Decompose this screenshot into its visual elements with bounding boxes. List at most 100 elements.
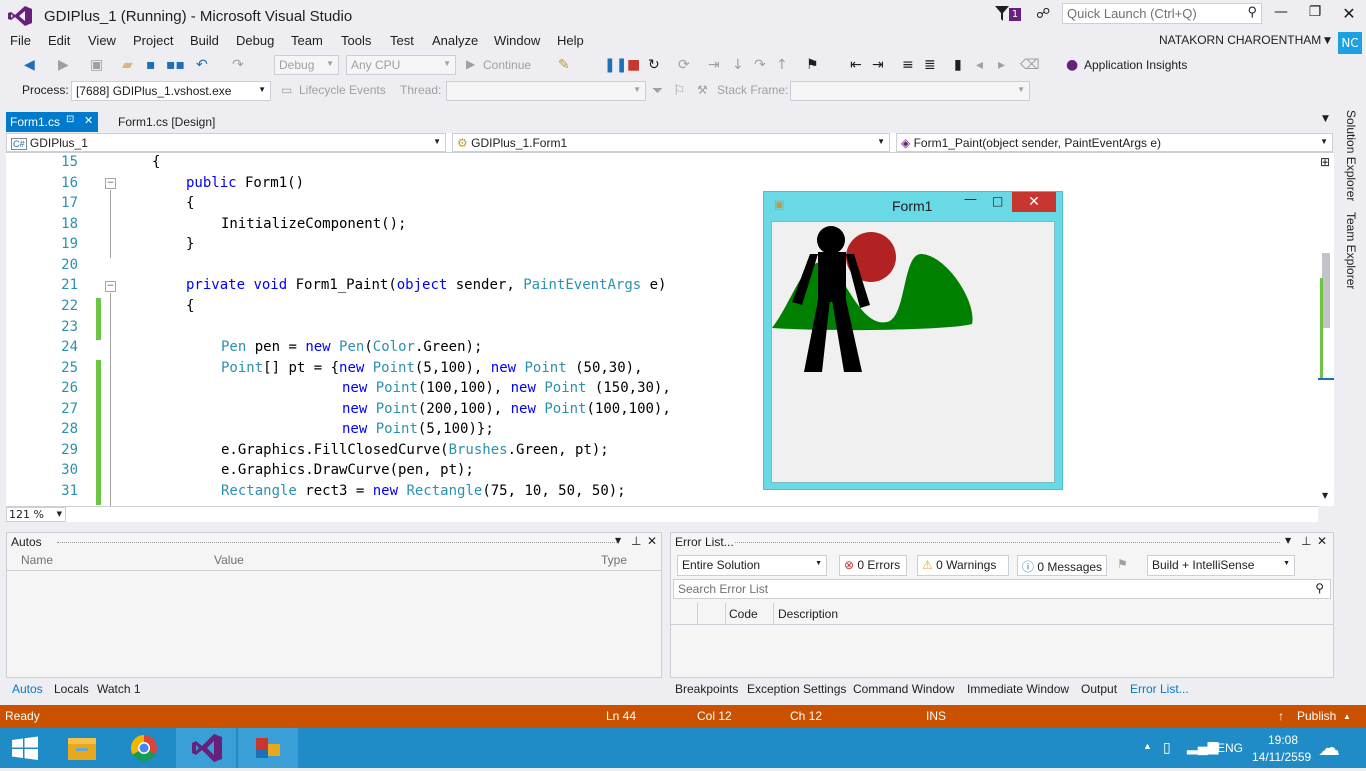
step-into-icon[interactable]: ↓ xyxy=(732,57,744,73)
close-icon[interactable]: ✕ xyxy=(1317,534,1327,548)
pause-icon[interactable]: ❚❚ xyxy=(604,57,627,73)
application-insights-button[interactable]: Application Insights xyxy=(1084,58,1187,72)
outdent-icon[interactable]: ⇥ xyxy=(872,57,884,73)
process-select[interactable]: [7688] GDIPlus_1.vshost.exe ▼ xyxy=(71,81,271,101)
back-icon[interactable]: ◀ xyxy=(24,57,35,73)
menu-analyze[interactable]: Analyze xyxy=(432,33,478,48)
configuration-select[interactable]: Debug ▼ xyxy=(274,55,339,75)
member-select[interactable]: ◈ Form1_Paint(object sender, PaintEventA… xyxy=(896,133,1333,152)
minimize-button[interactable]: — xyxy=(1264,4,1298,24)
drag-grip[interactable] xyxy=(735,542,1280,543)
step-out-icon[interactable]: ↑ xyxy=(776,57,788,73)
device-icon[interactable]: ▯ xyxy=(1163,739,1171,756)
zoom-select[interactable]: 121 % ▼ xyxy=(6,507,66,522)
menu-view[interactable]: View xyxy=(88,33,116,48)
step-over-icon[interactable]: ↷ xyxy=(754,57,766,73)
save-all-icon[interactable]: ▪▪ xyxy=(166,57,185,73)
pin-icon[interactable]: ⊡ xyxy=(66,114,74,125)
clock-time[interactable]: 19:08 xyxy=(1268,733,1298,747)
menu-edit[interactable]: Edit xyxy=(48,33,70,48)
notifications-button[interactable]: 1 xyxy=(995,6,1025,24)
flag-threads-icon[interactable]: ⚐ xyxy=(673,83,686,99)
menu-team[interactable]: Team xyxy=(291,33,323,48)
form1-close-button[interactable]: ✕ xyxy=(1012,192,1056,212)
network-signal-icon[interactable]: ▂▄▆ xyxy=(1187,738,1218,755)
prev-bookmark-icon[interactable]: ◂ xyxy=(976,57,983,73)
editor-scrollbar[interactable]: ⊞ ▼ xyxy=(1318,153,1334,506)
chevron-down-icon[interactable]: ▼ xyxy=(615,536,621,545)
team-explorer-tab[interactable]: Team Explorer xyxy=(1344,212,1358,289)
solution-explorer-tab[interactable]: Solution Explorer xyxy=(1344,110,1358,201)
minimize-button[interactable]: — xyxy=(964,192,977,207)
form1-window[interactable]: ▣ Form1 — □ ✕ xyxy=(763,191,1063,490)
tab-immediate-window[interactable]: Immediate Window xyxy=(967,682,1069,696)
tab-form1-design[interactable]: Form1.cs [Design] xyxy=(118,115,215,129)
collapse-icon[interactable]: − xyxy=(105,178,116,189)
chevron-down-icon[interactable]: ▼ xyxy=(1324,36,1331,46)
show-hidden-icons-button[interactable]: ▲ xyxy=(1143,741,1152,751)
platform-select[interactable]: Any CPU ▼ xyxy=(346,55,456,75)
tab-locals[interactable]: Locals xyxy=(54,682,89,696)
pin-icon[interactable]: ⊥ xyxy=(631,534,641,548)
messages-filter-button[interactable]: ⓘ 0 Messages xyxy=(1017,555,1107,576)
menu-tools[interactable]: Tools xyxy=(341,33,371,48)
show-next-statement-icon[interactable]: ⇥ xyxy=(708,57,720,73)
class-select[interactable]: ⚙ GDIPlus_1.Form1 ▼ xyxy=(452,133,890,152)
menu-project[interactable]: Project xyxy=(133,33,173,48)
code-editor[interactable]: − − 15 16 17 18 19 20 21 22 23 24 25 26 … xyxy=(6,153,1318,506)
column-type[interactable]: Type xyxy=(601,553,627,567)
column-value[interactable]: Value xyxy=(214,553,244,567)
save-icon[interactable]: ▪ xyxy=(146,57,156,73)
bookmark-icon[interactable]: ▮ xyxy=(954,57,962,73)
column-description[interactable]: Description xyxy=(778,607,838,621)
menu-window[interactable]: Window xyxy=(494,33,540,48)
collapse-icon[interactable]: − xyxy=(105,281,116,292)
maximize-button[interactable]: □ xyxy=(992,194,1003,208)
tab-command-window[interactable]: Command Window xyxy=(853,682,954,696)
next-bookmark-icon[interactable]: ▸ xyxy=(998,57,1005,73)
build-source-select[interactable]: Build + IntelliSense ▼ xyxy=(1147,555,1295,576)
chevron-down-icon[interactable]: ▼ xyxy=(1285,536,1291,545)
publish-button[interactable]: Publish xyxy=(1297,709,1336,723)
tab-output[interactable]: Output xyxy=(1081,682,1117,696)
avatar[interactable]: NC xyxy=(1338,32,1362,54)
filter-icon[interactable]: ⏷ xyxy=(652,83,663,99)
stop-icon[interactable]: ■ xyxy=(627,57,640,73)
hex-display-icon[interactable]: ⚑ xyxy=(806,57,819,73)
clock-date[interactable]: 14/11/2559 xyxy=(1252,750,1311,764)
open-folder-icon[interactable]: ▰ xyxy=(122,57,133,73)
new-project-icon[interactable]: ▣ xyxy=(90,57,103,73)
column-name[interactable]: Name xyxy=(21,553,53,567)
split-icon[interactable]: ⊞ xyxy=(1320,155,1330,169)
attach-icon[interactable]: ✎ xyxy=(558,57,570,73)
close-button[interactable]: ✕ xyxy=(1332,4,1366,24)
uncomment-icon[interactable]: ≣ xyxy=(924,57,936,73)
start-button[interactable] xyxy=(0,728,50,768)
file-explorer-icon[interactable] xyxy=(52,728,112,768)
restart-icon[interactable]: ↻ xyxy=(648,57,660,73)
tab-exception-settings[interactable]: Exception Settings xyxy=(747,682,846,696)
project-select[interactable]: C# GDIPlus_1 ▼ xyxy=(6,133,446,152)
scope-select[interactable]: Entire Solution ▼ xyxy=(677,555,827,576)
lifecycle-events-button[interactable]: Lifecycle Events xyxy=(299,83,386,97)
scroll-thumb[interactable] xyxy=(1322,253,1330,328)
menu-debug[interactable]: Debug xyxy=(236,33,274,48)
pin-icon[interactable]: ⊥ xyxy=(1301,534,1311,548)
errors-filter-button[interactable]: ⊗ 0 Errors xyxy=(839,555,907,576)
user-name[interactable]: NATAKORN CHAROENTHAM xyxy=(1159,33,1321,47)
search-error-list-input[interactable]: Search Error List ⚲ xyxy=(673,579,1331,599)
undo-icon[interactable]: ↶ xyxy=(196,57,208,73)
clear-bookmarks-icon[interactable]: ⌫ xyxy=(1020,57,1040,73)
tab-error-list[interactable]: Error List... xyxy=(1130,682,1189,696)
tab-autos[interactable]: Autos xyxy=(12,682,43,696)
continue-button[interactable]: Continue xyxy=(483,58,531,72)
menu-test[interactable]: Test xyxy=(390,33,414,48)
thread-select[interactable]: ▼ xyxy=(446,81,646,101)
chevron-up-icon[interactable]: ▲ xyxy=(1343,712,1351,721)
menu-help[interactable]: Help xyxy=(557,33,584,48)
quick-launch-input[interactable]: Quick Launch (Ctrl+Q) ⚲ xyxy=(1062,3,1262,24)
restore-button[interactable]: ❐ xyxy=(1298,4,1332,24)
tab-breakpoints[interactable]: Breakpoints xyxy=(675,682,738,696)
menu-build[interactable]: Build xyxy=(190,33,219,48)
chevron-down-icon[interactable]: ▼ xyxy=(1322,491,1328,500)
